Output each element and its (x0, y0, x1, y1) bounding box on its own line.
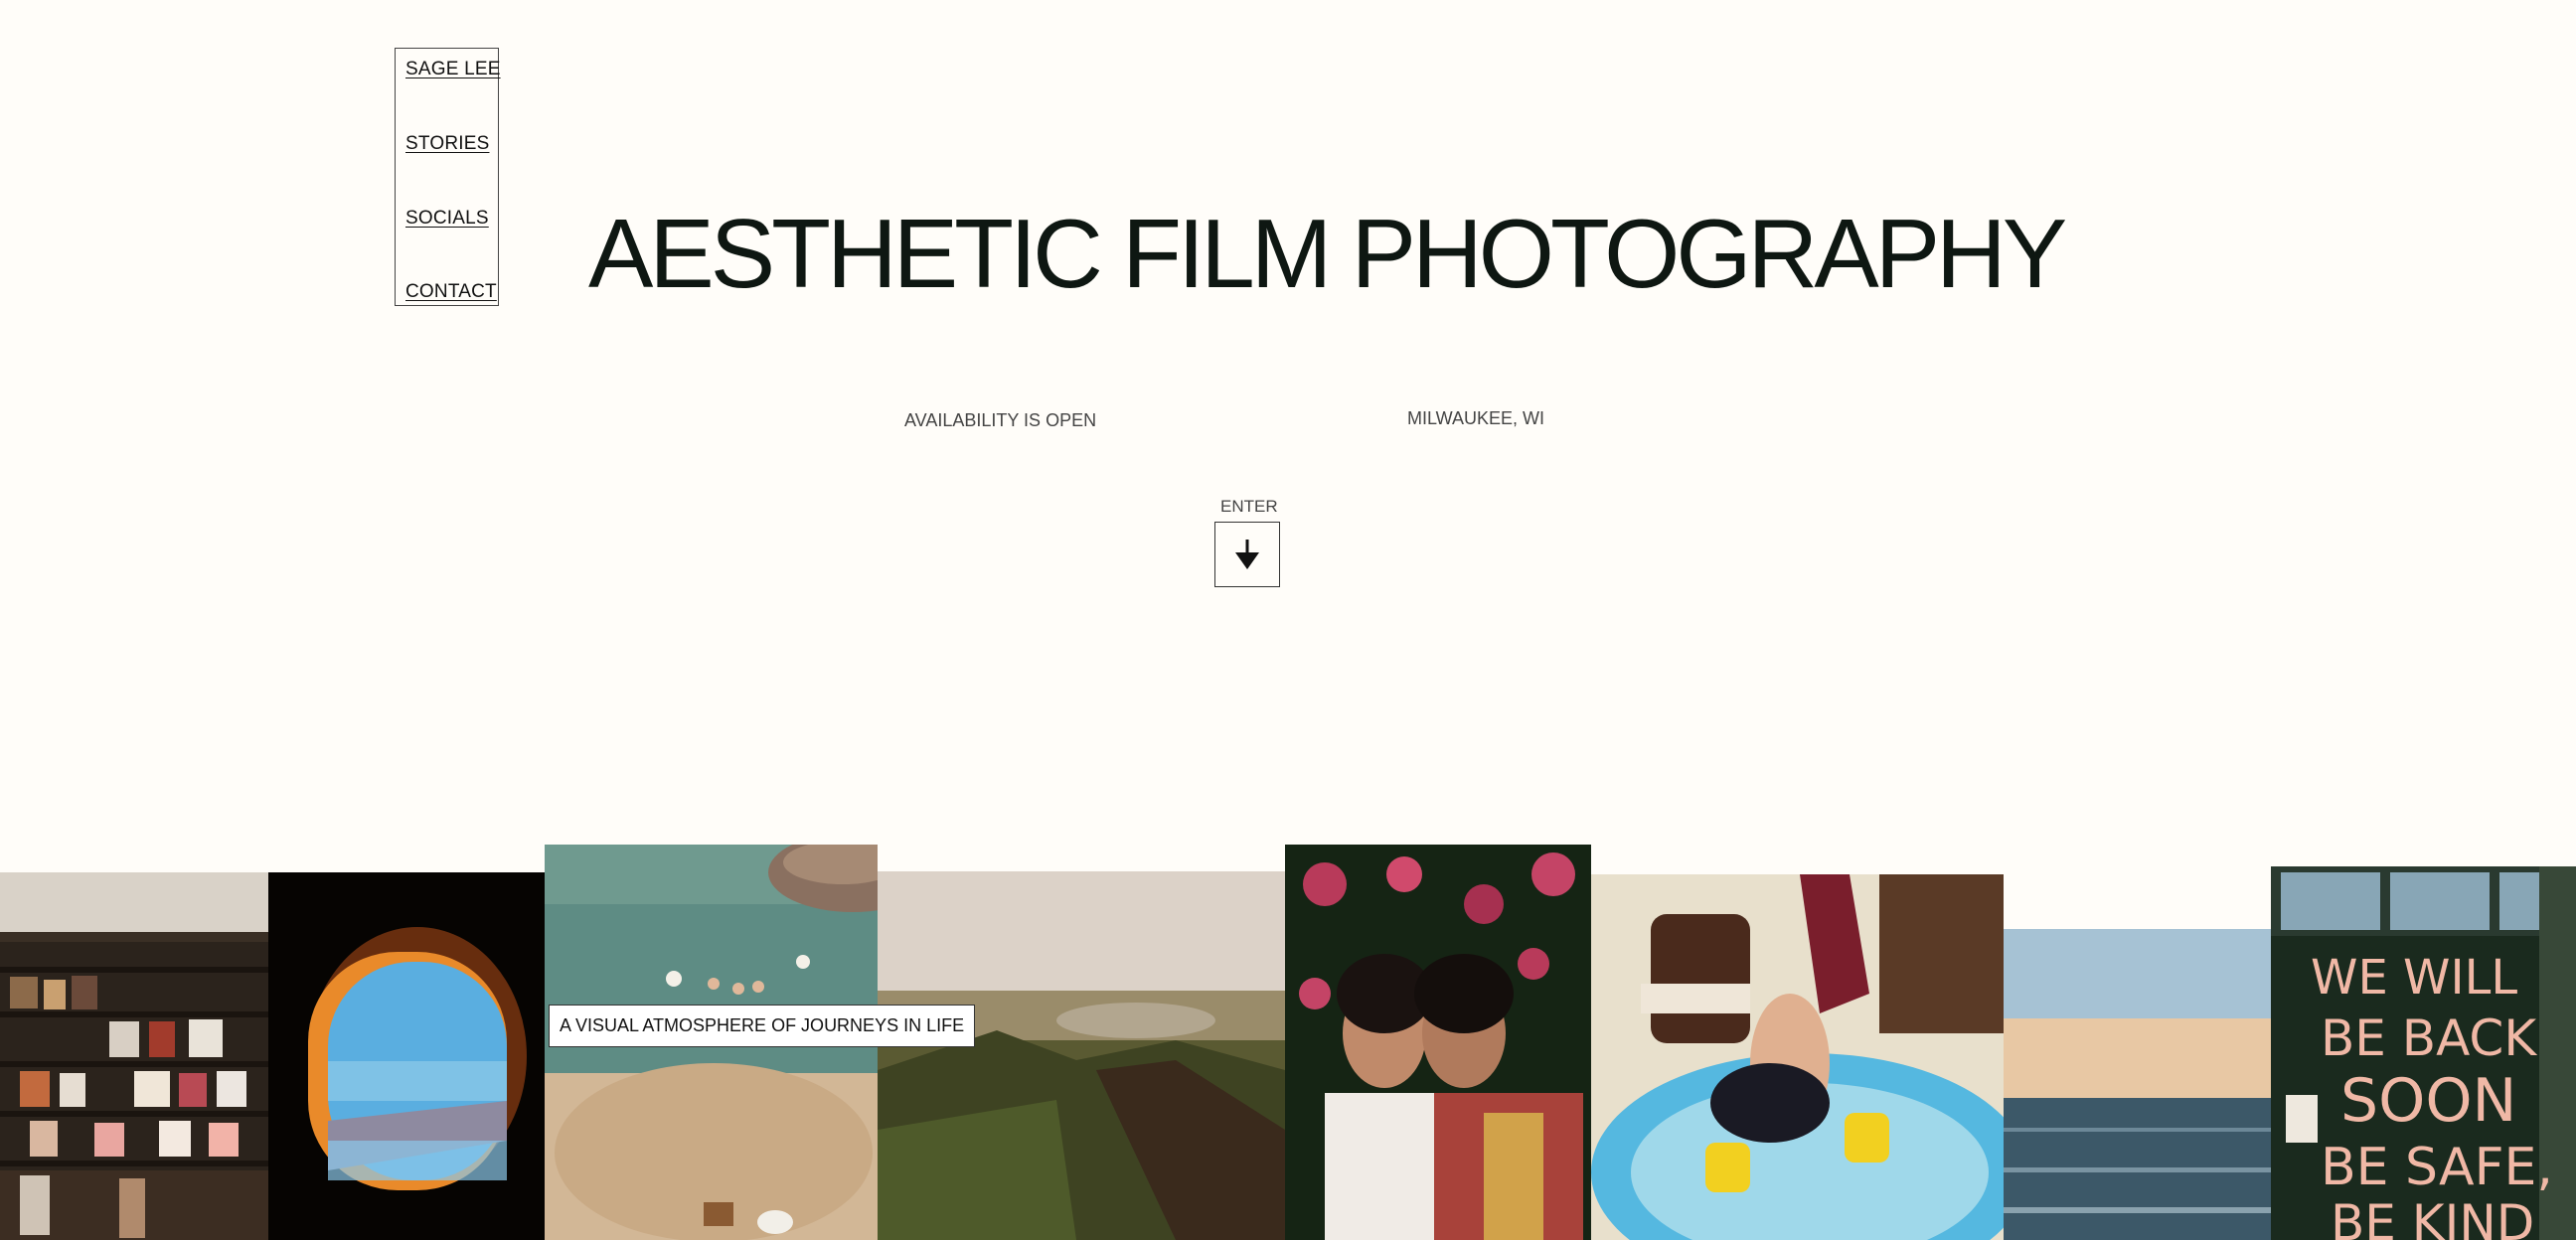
arrow-down-icon (1235, 540, 1259, 569)
photo-kiddie-pool[interactable] (1591, 874, 2004, 1240)
photo-graffiti-sign[interactable]: WE WILL BE BACK SOON BE SAFE, BE KIND (2271, 866, 2576, 1240)
graffiti-line-1: WE WILL (2311, 950, 2517, 1006)
location-text: MILWAUKEE, WI (1407, 408, 1545, 428)
graffiti-line-5: BE KIND (2331, 1194, 2534, 1240)
graffiti-line-3: SOON (2340, 1066, 2516, 1136)
site-nav: SAGE LEE STORIES SOCIALS CONTACT (395, 48, 501, 306)
page-title: AESTHETIC FILM PHOTOGRAPHY (588, 199, 2067, 308)
graffiti-line-4: BE SAFE, (2321, 1138, 2553, 1197)
photo-airplane-window[interactable] (268, 872, 545, 1240)
availability-status: AVAILABILITY IS OPEN (904, 410, 1097, 430)
photo-bookstore[interactable] (0, 872, 268, 1240)
nav-link-stories[interactable]: STORIES (405, 133, 489, 155)
photo-misty-field[interactable] (878, 871, 1285, 1240)
photo-ocean-sunset[interactable] (2004, 929, 2271, 1240)
graffiti-line-2: BE BACK (2321, 1009, 2537, 1067)
photo-portrait-two-women[interactable] (1285, 845, 1591, 1240)
gallery-caption: A VISUAL ATMOSPHERE OF JOURNEYS IN LIFE (549, 1005, 976, 1047)
nav-link-socials[interactable]: SOCIALS (405, 208, 489, 230)
enter-label: ENTER (1220, 497, 1278, 516)
enter-button[interactable] (1214, 522, 1280, 587)
nav-link-sage-lee[interactable]: SAGE LEE (405, 59, 501, 80)
nav-link-contact[interactable]: CONTACT (405, 281, 497, 303)
